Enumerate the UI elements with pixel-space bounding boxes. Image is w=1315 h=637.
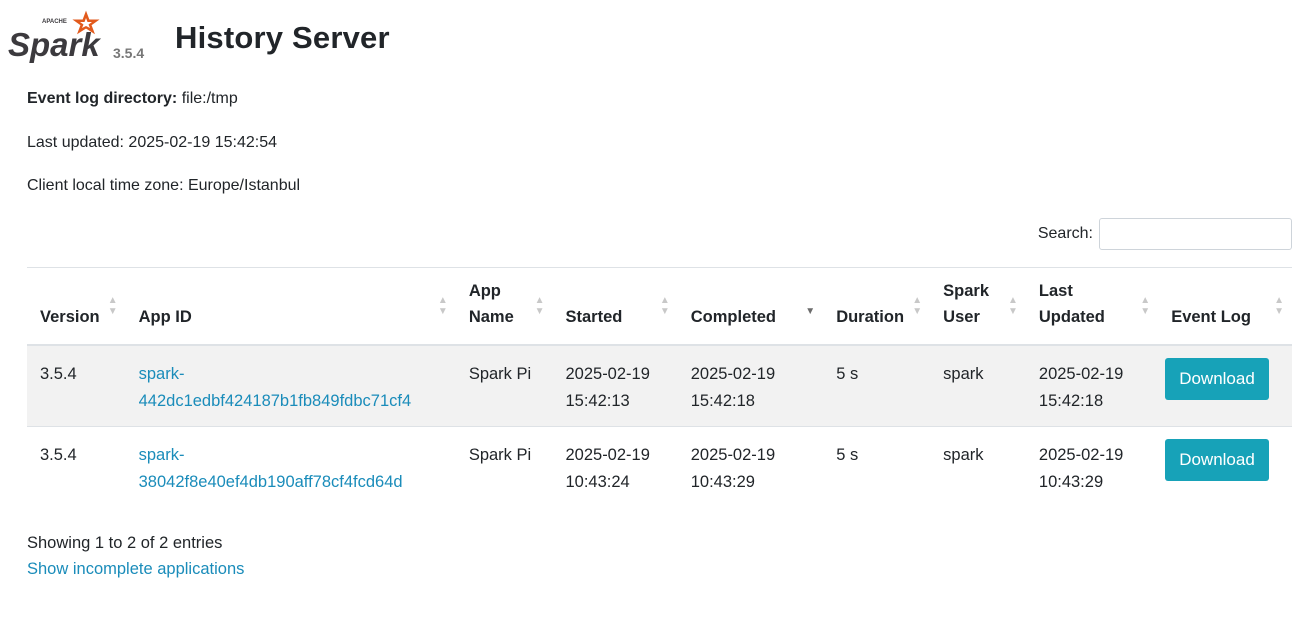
cell-version: 3.5.4: [27, 426, 126, 507]
cell-duration: 5 s: [823, 344, 931, 427]
spark-version: 3.5.4: [113, 45, 145, 61]
svg-text:APACHE: APACHE: [42, 19, 67, 25]
svg-text:Spark: Spark: [8, 26, 101, 63]
download-button[interactable]: Download: [1165, 439, 1269, 481]
page-title: History Server: [175, 20, 390, 55]
app-id-link[interactable]: spark- 38042f8e40ef4db190aff78cf4fcd64d: [139, 446, 403, 491]
sort-icon: ▲ ▼: [659, 295, 670, 317]
search-label: Search:: [1037, 225, 1093, 242]
cell-last-updated: 2025-02-19 10:43:29: [1025, 426, 1159, 507]
cell-completed: 2025-02-19 10:43:29: [677, 426, 824, 507]
show-incomplete-link[interactable]: Show incomplete applications: [27, 560, 244, 579]
timezone-text: Client local time zone: Europe/Istanbul: [27, 177, 301, 194]
column-header-started[interactable]: Started ▲ ▼: [552, 267, 678, 346]
cell-started: 2025-02-19 10:43:24: [552, 426, 678, 507]
cell-app-id: spark- 38042f8e40ef4db190aff78cf4fcd64d: [125, 426, 456, 507]
page-header: APACHE Spark 3.5.4 History Server: [0, 0, 1315, 70]
download-button[interactable]: Download: [1165, 358, 1269, 400]
cell-last-updated: 2025-02-19 15:42:18: [1025, 344, 1159, 427]
sort-desc-icon: ▲ ▼: [805, 295, 816, 317]
spark-logo[interactable]: APACHE Spark: [8, 10, 108, 64]
sort-icon: ▲ ▼: [1140, 295, 1151, 317]
column-header-app-name[interactable]: App Name ▲ ▼: [455, 267, 553, 346]
column-header-completed[interactable]: Completed ▲ ▼: [677, 267, 824, 346]
sort-icon: ▲ ▼: [107, 295, 118, 317]
sort-icon: ▲ ▼: [437, 295, 448, 317]
sort-icon: ▲ ▼: [1007, 295, 1018, 317]
sort-icon: ▲ ▼: [534, 295, 545, 317]
cell-duration: 5 s: [823, 426, 931, 507]
table-info: Showing 1 to 2 of 2 entries: [27, 534, 223, 552]
column-header-last-updated[interactable]: Last Updated ▲ ▼: [1025, 267, 1159, 346]
last-updated-text: Last updated: 2025-02-19 15:42:54: [27, 134, 277, 151]
cell-spark-user: spark: [930, 426, 1026, 507]
event-log-label: Event log directory:: [27, 90, 178, 107]
cell-spark-user: spark: [930, 344, 1026, 427]
cell-app-id: spark- 442dc1edbf424187b1fb849fdbc71cf4: [125, 344, 456, 427]
search-box: Search:: [1038, 217, 1292, 251]
cell-completed: 2025-02-19 15:42:18: [677, 344, 824, 427]
table-row: 3.5.4 spark- 442dc1edbf424187b1fb849fdbc7…: [27, 344, 1292, 427]
table-header-row: Version ▲ ▼ App ID ▲ ▼ App Name ▲ ▼ Started …: [27, 267, 1292, 346]
table-row: 3.5.4 spark- 38042f8e40ef4db190aff78cf4fc…: [27, 426, 1292, 507]
spark-logo-icon: APACHE Spark: [8, 10, 101, 63]
sort-icon: ▲ ▼: [1274, 295, 1284, 317]
column-header-app-id[interactable]: App ID ▲ ▼: [125, 267, 456, 346]
event-log-directory: Event log directory: file:/tmp: [27, 90, 238, 108]
cell-version: 3.5.4: [27, 344, 126, 427]
applications-table: Version ▲ ▼ App ID ▲ ▼ App Name ▲ ▼ Started …: [27, 267, 1292, 507]
search-input[interactable]: [1099, 218, 1292, 250]
event-log-value: file:/tmp: [181, 90, 238, 107]
column-header-spark-user[interactable]: Spark User ▲ ▼: [930, 267, 1026, 346]
cell-event-log: Download: [1158, 426, 1292, 507]
cell-event-log: Download: [1158, 344, 1292, 427]
app-id-link[interactable]: spark- 442dc1edbf424187b1fb849fdbc71cf4: [139, 365, 412, 410]
cell-app-name: Spark Pi: [455, 344, 553, 427]
column-header-duration[interactable]: Duration ▲ ▼: [823, 267, 931, 346]
column-header-version[interactable]: Version ▲ ▼: [27, 267, 126, 346]
column-header-event-log[interactable]: Event Log ▲ ▼: [1158, 267, 1292, 346]
sort-icon: ▲ ▼: [912, 295, 923, 317]
cell-app-name: Spark Pi: [455, 426, 553, 507]
cell-started: 2025-02-19 15:42:13: [552, 344, 678, 427]
